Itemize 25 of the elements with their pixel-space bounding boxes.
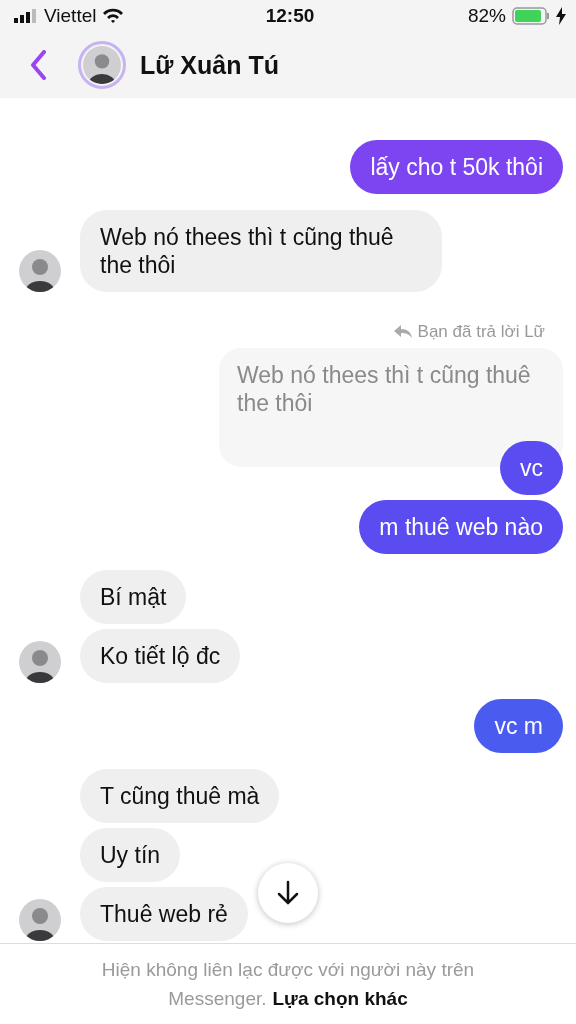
- reply-note: Bạn đã trả lời Lữ: [393, 322, 563, 342]
- battery-icon: [512, 7, 550, 25]
- arrow-down-icon: [277, 880, 299, 906]
- sent-message: vc m: [474, 699, 563, 753]
- clock-time: 12:50: [265, 5, 315, 26]
- received-message: Ko tiết lộ đc: [80, 629, 241, 683]
- reply-icon: [393, 325, 412, 339]
- sent-message: m thuê web nào: [359, 500, 563, 554]
- received-message: T cũng thuê mà: [80, 769, 280, 823]
- other-options-link[interactable]: Lựa chọn khác: [272, 988, 408, 1009]
- sent-message: lấy cho t 50k thôi: [350, 140, 563, 194]
- received-message: Thuê web rẻ: [80, 887, 248, 941]
- received-message: Bí mật: [80, 570, 187, 624]
- wifi-icon: [102, 8, 125, 24]
- battery-percent: 82%: [468, 5, 506, 27]
- avatar: [83, 46, 121, 84]
- signal-icon: [14, 9, 38, 23]
- carrier-name: Viettel: [44, 5, 97, 27]
- scroll-down-button[interactable]: [258, 863, 318, 923]
- contact-name: Lữ Xuân Tú: [140, 50, 279, 80]
- received-message: Uy tín: [80, 828, 181, 882]
- unavailable-notice: Hiện không liên lạc được với người này trên Messenger. Lựa chọn khác: [100, 958, 476, 1011]
- charging-icon: [556, 7, 566, 25]
- contact-avatar[interactable]: [78, 41, 126, 89]
- received-message: Web nó thees thì t cũng thuê the thôi: [80, 210, 442, 292]
